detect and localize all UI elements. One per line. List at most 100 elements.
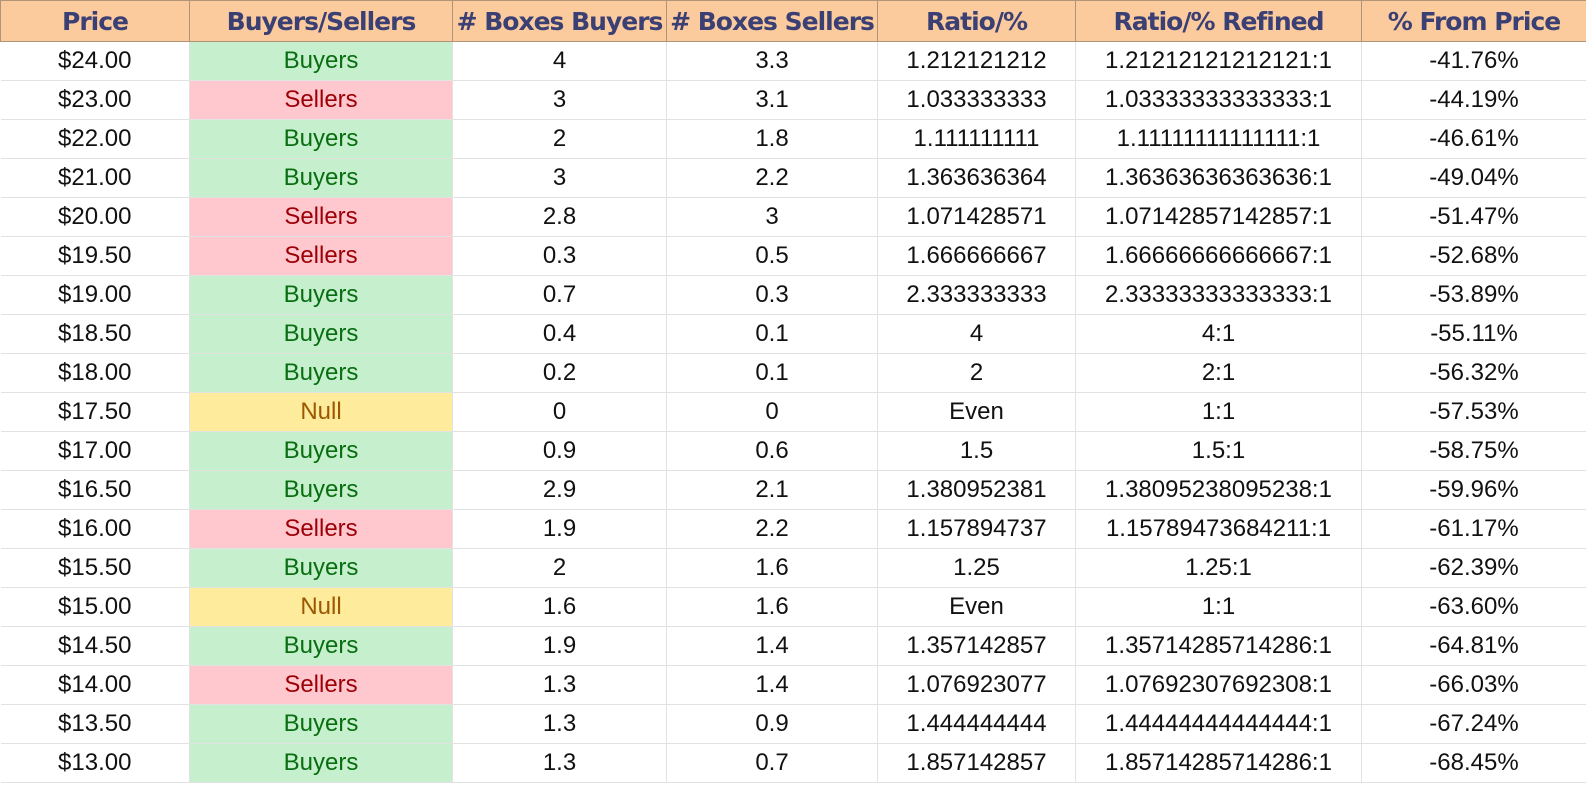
ratio-cell: 1.444444444: [877, 704, 1076, 744]
ratio-refined-cell: 1.66666666666667:1: [1075, 236, 1362, 276]
boxes-sellers-cell: 0.5: [666, 236, 878, 276]
price-cell: $17.00: [0, 431, 190, 471]
ratio-cell: 1.357142857: [877, 626, 1076, 666]
ratio-refined-cell: 1.38095238095238:1: [1075, 470, 1362, 510]
ratio-cell: 1.033333333: [877, 80, 1076, 120]
price-cell: $13.50: [0, 704, 190, 744]
boxes-buyers-cell: 0.2: [452, 353, 667, 393]
price-cell: $14.00: [0, 665, 190, 705]
ratio-refined-cell: 2.33333333333333:1: [1075, 275, 1362, 315]
boxes-sellers-cell: 3.1: [666, 80, 878, 120]
boxes-sellers-cell: 3: [666, 197, 878, 237]
table-row: $17.50 Null 0 0 Even 1:1 -57.53%: [0, 392, 1586, 432]
from-price-cell: -62.39%: [1361, 548, 1586, 588]
ratio-cell: 1.857142857: [877, 743, 1076, 783]
from-price-cell: -56.32%: [1361, 353, 1586, 393]
table-row: $21.00 Buyers 3 2.2 1.363636364 1.36363636363…: [0, 158, 1586, 198]
boxes-buyers-cell: 0.4: [452, 314, 667, 354]
boxes-buyers-cell: 1.3: [452, 743, 667, 783]
ratio-refined-cell: 1.36363636363636:1: [1075, 158, 1362, 198]
ratio-cell: Even: [877, 587, 1076, 627]
price-cell: $13.00: [0, 743, 190, 783]
table-row: $20.00 Sellers 2.8 3 1.071428571 1.0714285714…: [0, 197, 1586, 237]
buyers-sellers-cell: Buyers: [189, 431, 453, 471]
ratio-cell: 1.157894737: [877, 509, 1076, 549]
table-row: $14.50 Buyers 1.9 1.4 1.357142857 1.357142857…: [0, 626, 1586, 666]
from-price-cell: -67.24%: [1361, 704, 1586, 744]
boxes-sellers-cell: 1.6: [666, 548, 878, 588]
buyers-sellers-cell: Sellers: [189, 80, 453, 120]
table-row: $19.50 Sellers 0.3 0.5 1.666666667 1.66666666…: [0, 236, 1586, 276]
boxes-sellers-cell: 1.6: [666, 587, 878, 627]
price-cell: $19.00: [0, 275, 190, 315]
table-row: $15.50 Buyers 2 1.6 1.25 1.25:1 -62.39%: [0, 548, 1586, 588]
ratio-refined-cell: 1.15789473684211:1: [1075, 509, 1362, 549]
header-ratio: Ratio/%: [877, 0, 1076, 42]
buyers-sellers-cell: Sellers: [189, 509, 453, 549]
price-cell: $23.00: [0, 80, 190, 120]
buyers-sellers-cell: Sellers: [189, 665, 453, 705]
ratio-cell: 1.5: [877, 431, 1076, 471]
ratio-cell: 1.666666667: [877, 236, 1076, 276]
boxes-sellers-cell: 2.2: [666, 158, 878, 198]
price-cell: $22.00: [0, 119, 190, 159]
from-price-cell: -55.11%: [1361, 314, 1586, 354]
from-price-cell: -68.45%: [1361, 743, 1586, 783]
boxes-sellers-cell: 1.8: [666, 119, 878, 159]
table-header: Price Buyers/Sellers # Boxes Buyers # Bo…: [0, 0, 1586, 42]
price-cell: $15.00: [0, 587, 190, 627]
boxes-buyers-cell: 1.9: [452, 509, 667, 549]
from-price-cell: -63.60%: [1361, 587, 1586, 627]
ratio-refined-cell: 1.07692307692308:1: [1075, 665, 1362, 705]
table-row: $22.00 Buyers 2 1.8 1.111111111 1.11111111111…: [0, 119, 1586, 159]
table-body: $24.00 Buyers 4 3.3 1.212121212 1.21212121212…: [0, 41, 1586, 783]
header-buyers-sellers: Buyers/Sellers: [189, 0, 453, 42]
price-cell: $19.50: [0, 236, 190, 276]
ratio-cell: 1.363636364: [877, 158, 1076, 198]
boxes-buyers-cell: 1.3: [452, 704, 667, 744]
ratio-refined-cell: 1.25:1: [1075, 548, 1362, 588]
ratio-refined-cell: 1:1: [1075, 392, 1362, 432]
table-row: $23.00 Sellers 3 3.1 1.033333333 1.0333333333…: [0, 80, 1586, 120]
price-cell: $15.50: [0, 548, 190, 588]
boxes-sellers-cell: 0.9: [666, 704, 878, 744]
price-cell: $18.50: [0, 314, 190, 354]
ratio-refined-cell: 4:1: [1075, 314, 1362, 354]
ratio-cell: 1.111111111: [877, 119, 1076, 159]
buyers-sellers-cell: Null: [189, 587, 453, 627]
table-row: $13.50 Buyers 1.3 0.9 1.444444444 1.444444444…: [0, 704, 1586, 744]
buyers-sellers-cell: Buyers: [189, 41, 453, 81]
buyers-sellers-cell: Buyers: [189, 743, 453, 783]
from-price-cell: -52.68%: [1361, 236, 1586, 276]
ratio-refined-cell: 1.85714285714286:1: [1075, 743, 1362, 783]
price-cell: $17.50: [0, 392, 190, 432]
header-boxes-buyers: # Boxes Buyers: [452, 0, 667, 42]
from-price-cell: -46.61%: [1361, 119, 1586, 159]
price-cell: $16.50: [0, 470, 190, 510]
ratio-refined-cell: 1.07142857142857:1: [1075, 197, 1362, 237]
buyers-sellers-cell: Buyers: [189, 158, 453, 198]
boxes-sellers-cell: 0.1: [666, 353, 878, 393]
boxes-buyers-cell: 4: [452, 41, 667, 81]
price-cell: $16.00: [0, 509, 190, 549]
table-row: $15.00 Null 1.6 1.6 Even 1:1 -63.60%: [0, 587, 1586, 627]
table-row: $18.50 Buyers 0.4 0.1 4 4:1 -55.11%: [0, 314, 1586, 354]
boxes-sellers-cell: 0.1: [666, 314, 878, 354]
from-price-cell: -57.53%: [1361, 392, 1586, 432]
table-row: $14.00 Sellers 1.3 1.4 1.076923077 1.07692307…: [0, 665, 1586, 705]
boxes-buyers-cell: 0: [452, 392, 667, 432]
boxes-buyers-cell: 0.7: [452, 275, 667, 315]
ratio-cell: 2: [877, 353, 1076, 393]
price-cell: $14.50: [0, 626, 190, 666]
header-from-price: % From Price: [1361, 0, 1586, 42]
buyers-sellers-cell: Buyers: [189, 470, 453, 510]
ratio-cell: 1.380952381: [877, 470, 1076, 510]
header-price: Price: [0, 0, 190, 42]
boxes-sellers-cell: 0.6: [666, 431, 878, 471]
boxes-buyers-cell: 1.6: [452, 587, 667, 627]
ratio-refined-cell: 1.11111111111111:1: [1075, 119, 1362, 159]
buyers-sellers-cell: Buyers: [189, 314, 453, 354]
boxes-buyers-cell: 2.8: [452, 197, 667, 237]
boxes-buyers-cell: 2.9: [452, 470, 667, 510]
boxes-buyers-cell: 0.3: [452, 236, 667, 276]
